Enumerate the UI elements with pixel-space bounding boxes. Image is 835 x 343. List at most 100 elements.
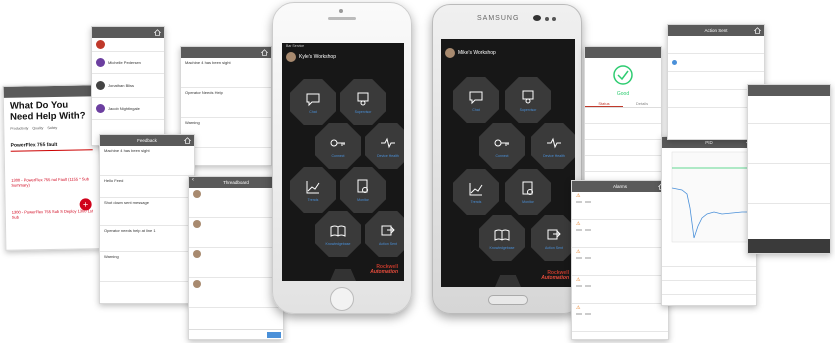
tile-label: Device Health <box>377 154 399 158</box>
help-link[interactable]: PowerFlex 755 fault <box>11 141 93 149</box>
user-header[interactable]: Kyle's Workshop <box>282 50 404 64</box>
tile-chat[interactable]: Chat <box>453 77 499 123</box>
tile-label: Monitor <box>522 200 534 204</box>
acknowledge-button[interactable] <box>576 201 582 203</box>
acknowledge-button[interactable] <box>576 257 582 259</box>
alarm-actions <box>576 313 664 315</box>
tile-trend[interactable]: Trends <box>453 169 499 215</box>
tile-book[interactable]: Knowledgebase <box>479 215 525 261</box>
tile-document-search[interactable]: Monitor <box>505 169 551 215</box>
list-item[interactable]: Hello Feed <box>100 176 194 198</box>
tile-key[interactable]: Connect <box>479 123 525 169</box>
list-item[interactable]: Machine 4 has been sight <box>181 58 271 88</box>
list-item[interactable] <box>189 278 283 308</box>
tile-supervisor[interactable]: Supervisor <box>505 77 551 123</box>
acknowledge-button[interactable] <box>576 285 582 287</box>
home-button[interactable] <box>330 287 354 311</box>
tile-trend[interactable]: Trends <box>290 167 336 213</box>
home-icon[interactable] <box>261 49 268 56</box>
tile-send[interactable]: Action Sent <box>531 215 575 261</box>
details-button[interactable] <box>585 201 591 203</box>
avatar <box>193 190 201 198</box>
list-item[interactable]: Jonathan Bliss <box>92 74 164 98</box>
list-item[interactable]: ⚠ <box>572 248 668 276</box>
detail-field <box>748 124 830 164</box>
user-header[interactable]: Mike's Workshop <box>441 46 575 60</box>
option-safety[interactable]: Safety <box>47 126 57 130</box>
list-item[interactable] <box>189 188 283 218</box>
feedback-header-title: Feedback <box>137 138 157 143</box>
option-quality[interactable]: Quality <box>32 126 43 130</box>
acknowledge-button[interactable] <box>576 313 582 315</box>
list-item[interactable]: Operator Needs Help <box>181 88 271 118</box>
back-icon[interactable]: ‹ <box>192 177 194 183</box>
warning-icon: ⚠ <box>576 221 581 227</box>
feedback-title: Hello Feed <box>104 178 124 183</box>
bottom-nav <box>748 239 830 253</box>
details-button[interactable] <box>585 285 591 287</box>
list-item[interactable]: Michelle Pedersen <box>92 52 164 74</box>
brand-logo: Rockwell Automation <box>541 271 569 281</box>
list-item[interactable]: ⚠ <box>572 304 668 332</box>
info-icon <box>672 60 677 65</box>
home-icon[interactable] <box>754 27 761 34</box>
status-bar: Bar Service <box>282 43 404 50</box>
phone1-screen: Bar Service Kyle's Workshop Chat Supervis… <box>282 43 404 281</box>
pulse-icon <box>547 137 561 149</box>
avatar <box>96 40 105 49</box>
list-item[interactable] <box>92 38 164 52</box>
status-field <box>585 140 661 156</box>
send-button[interactable] <box>267 332 281 338</box>
users-card: Michelle Pedersen Jonathan Bliss Jacob N… <box>91 26 165 146</box>
option-productivity[interactable]: Productivity <box>10 126 28 130</box>
tile-book[interactable]: Knowledgebase <box>315 211 361 257</box>
tile-pulse[interactable]: Device Health <box>531 123 575 169</box>
list-item[interactable]: ⚠ <box>572 276 668 304</box>
list-item[interactable] <box>668 36 764 54</box>
book-icon <box>330 225 346 237</box>
tile-chat[interactable]: Chat <box>290 79 336 125</box>
list-item[interactable]: Operator needs help at line 1 <box>100 226 194 252</box>
compose-bar[interactable] <box>189 329 283 339</box>
phone-speaker <box>328 17 356 20</box>
tile-supervisor[interactable]: Supervisor <box>340 79 386 125</box>
document-search-icon <box>522 181 533 195</box>
list-item[interactable]: ⚠ <box>572 220 668 248</box>
acknowledge-button[interactable] <box>576 229 582 231</box>
status-header <box>585 47 661 58</box>
status-field <box>585 156 661 172</box>
tile-send[interactable]: Action Sent <box>365 211 404 257</box>
avatar <box>193 220 201 228</box>
list-item[interactable]: ⚠ <box>572 192 668 220</box>
list-item[interactable]: Shot down sent message <box>100 198 194 226</box>
status-field <box>585 124 661 140</box>
trend-chart <box>671 151 753 243</box>
home-icon[interactable] <box>154 29 161 36</box>
home-icon[interactable] <box>184 137 191 144</box>
trend-icon <box>306 181 320 194</box>
list-item[interactable] <box>189 248 283 278</box>
list-item[interactable]: Warning <box>100 252 194 282</box>
list-item[interactable] <box>668 54 764 72</box>
alarm-actions <box>576 201 664 203</box>
tab-details[interactable]: Details <box>623 101 661 107</box>
tile-key[interactable]: Connect <box>315 123 361 169</box>
list-item[interactable]: Machine 4 has been sight <box>100 146 194 176</box>
help-heading: What Do You Need Help With? <box>9 99 86 123</box>
phone-sensor <box>545 17 549 21</box>
help-entry[interactable]: 1300 - PowerFlex 755 Sub S Deploy 1300 1… <box>12 208 94 219</box>
home-arrow[interactable] <box>495 275 521 287</box>
details-button[interactable] <box>585 229 591 231</box>
details-button[interactable] <box>585 257 591 259</box>
alarms-card: Alarms ⚠ ⚠ ⚠ ⚠ ⚠ <box>571 180 669 340</box>
chat-icon <box>306 93 320 107</box>
tile-pulse[interactable]: Device Health <box>365 123 404 169</box>
list-item[interactable] <box>189 218 283 248</box>
tab-status[interactable]: Status <box>585 101 623 107</box>
tile-document-search[interactable]: Monitor <box>340 167 386 213</box>
home-arrow[interactable] <box>330 269 356 281</box>
details-button[interactable] <box>585 313 591 315</box>
list-item[interactable]: Jacob Nightingale <box>92 98 164 120</box>
home-button[interactable] <box>488 295 528 305</box>
avatar <box>96 81 105 90</box>
